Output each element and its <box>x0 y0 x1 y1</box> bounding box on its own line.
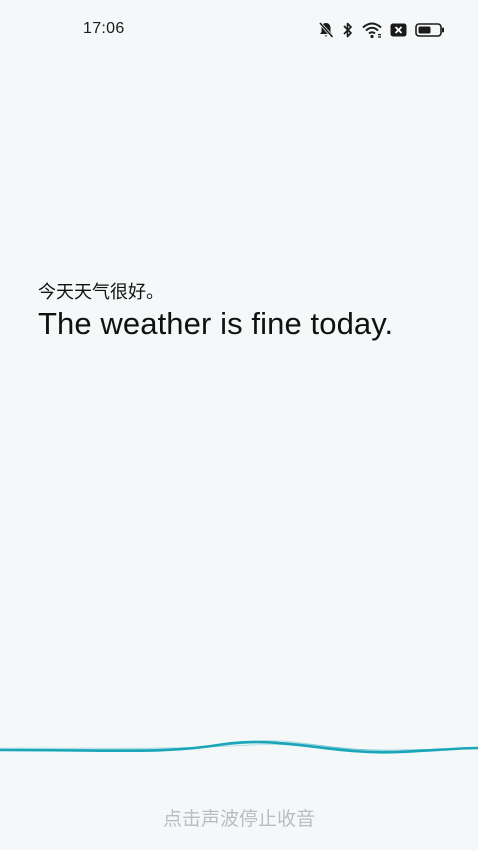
status-icons <box>318 19 445 41</box>
battery-icon <box>415 22 445 38</box>
sim-disabled-icon <box>390 22 407 38</box>
source-text: 今天天气很好。 <box>38 282 164 303</box>
wave-main-line <box>0 740 478 754</box>
wifi-icon <box>362 21 382 39</box>
status-time: 17:06 <box>83 20 125 37</box>
status-bar: 17:06 <box>0 0 478 60</box>
translated-text: The weather is fine today. <box>38 306 394 341</box>
stop-hint: 点击声波停止收音 <box>162 808 315 830</box>
mute-bell-icon <box>318 21 334 39</box>
bluetooth-icon <box>342 21 354 39</box>
voice-wave[interactable] <box>0 720 478 780</box>
